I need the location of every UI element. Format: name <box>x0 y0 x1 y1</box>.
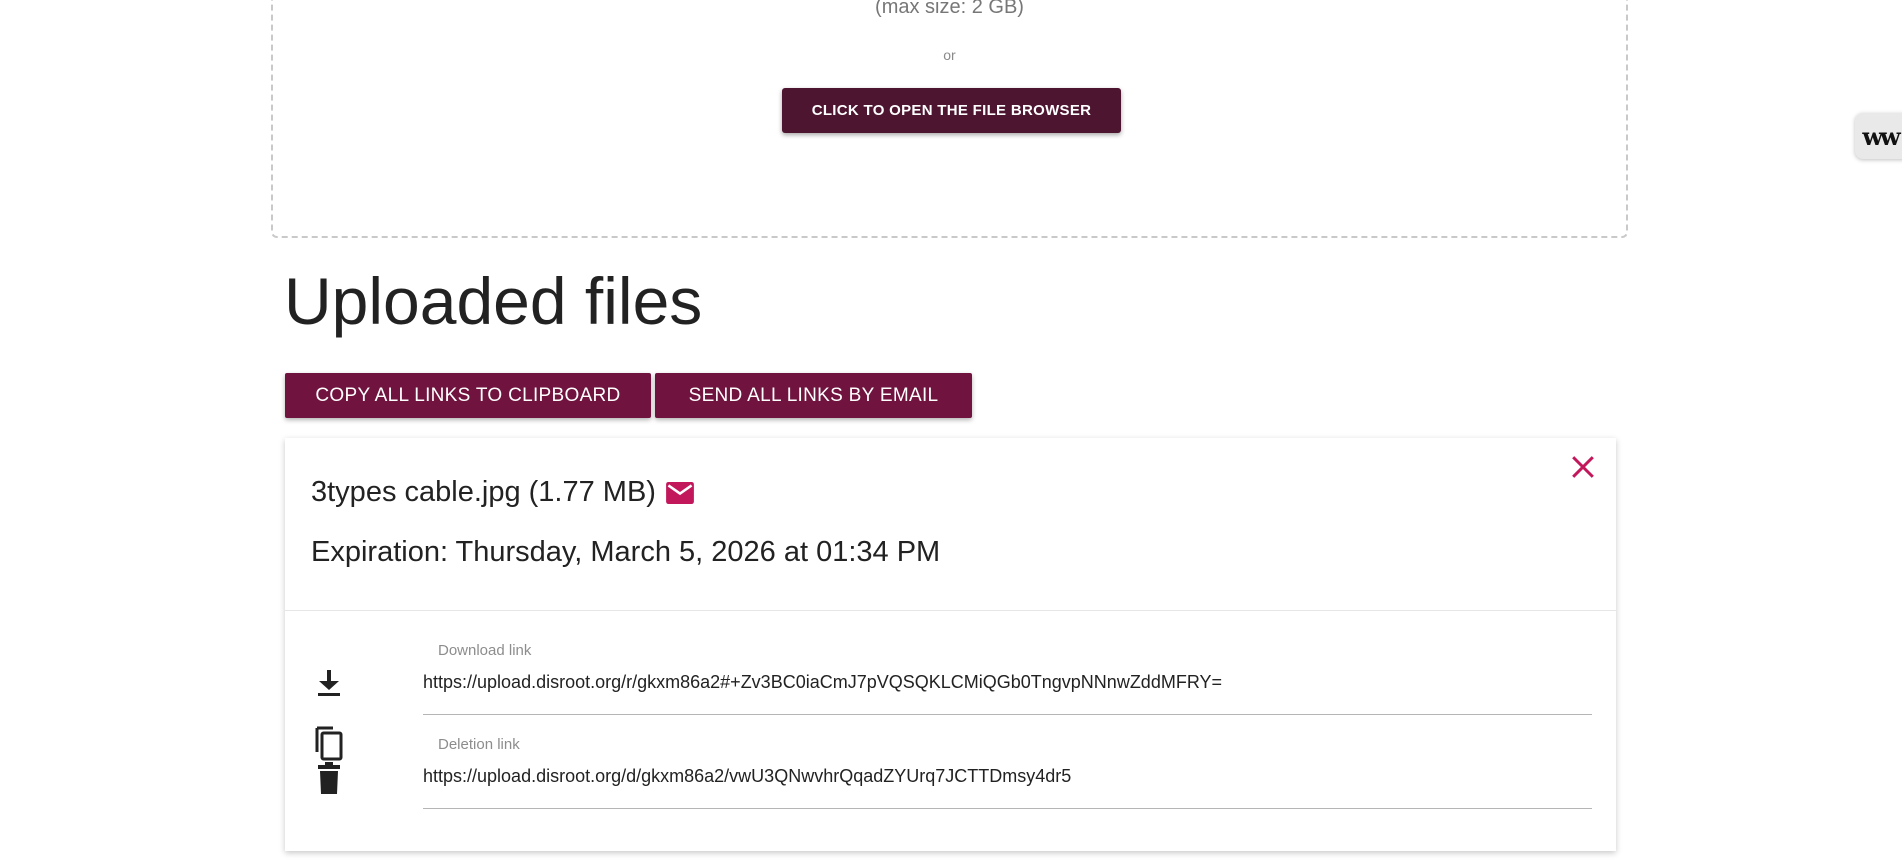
side-widget-label-2: w <box>1880 121 1901 151</box>
max-size-note: (max size: 2 GB) <box>875 0 1024 18</box>
side-widget-label: w <box>1862 121 1883 151</box>
expiration-text: Expiration: Thursday, March 5, 2026 at 0… <box>311 536 941 568</box>
file-name-size: 3types cable.jpg (1.77 MB) <box>311 476 656 508</box>
page-title: Uploaded files <box>284 264 703 338</box>
copy-all-links-button[interactable]: COPY ALL LINKS TO CLIPBOARD <box>285 373 651 418</box>
download-icon[interactable] <box>315 668 343 698</box>
or-separator: or <box>943 47 956 63</box>
file-card: 3types cable.jpg (1.77 MB) Expiration: T… <box>285 438 1616 851</box>
card-divider <box>285 610 1616 611</box>
side-widget-button[interactable]: ww <box>1855 113 1902 159</box>
download-link-input[interactable] <box>423 672 1592 693</box>
copy-icon[interactable] <box>313 724 345 762</box>
trash-icon[interactable] <box>316 762 342 794</box>
deletion-link-input[interactable] <box>423 766 1592 787</box>
file-drop-zone[interactable]: (max size: 2 GB) or CLICK TO OPEN THE FI… <box>271 0 1628 238</box>
open-file-browser-button[interactable]: CLICK TO OPEN THE FILE BROWSER <box>782 88 1121 133</box>
deletion-link-underline <box>423 808 1592 809</box>
download-link-underline <box>423 714 1592 715</box>
deletion-link-label: Deletion link <box>438 736 520 753</box>
send-all-links-email-button[interactable]: SEND ALL LINKS BY EMAIL <box>655 373 972 418</box>
download-link-label: Download link <box>438 642 532 659</box>
page: (max size: 2 GB) or CLICK TO OPEN THE FI… <box>0 0 1902 868</box>
file-name-line: 3types cable.jpg (1.77 MB) <box>311 476 694 509</box>
mail-icon[interactable] <box>666 481 694 504</box>
close-icon[interactable] <box>1568 452 1598 482</box>
